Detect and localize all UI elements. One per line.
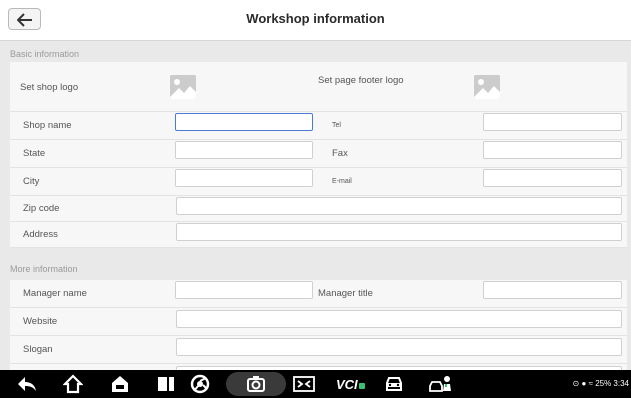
row-slogan: Slogan bbox=[10, 336, 627, 364]
wifi-icon: ≈ bbox=[588, 379, 593, 388]
website-label: Website bbox=[23, 316, 58, 327]
row-website: Website bbox=[10, 308, 627, 336]
manager-name-label: Manager name bbox=[23, 288, 87, 299]
status-bar: ⊙ ● ≈ 25% 3:34 bbox=[573, 379, 629, 388]
footer-logo-image-icon[interactable] bbox=[474, 75, 500, 99]
chrome-browser-icon[interactable] bbox=[190, 374, 210, 394]
set-footer-logo-label: Set page footer logo bbox=[318, 75, 404, 86]
manager-title-label: Manager title bbox=[318, 288, 373, 299]
vci-label: VCI bbox=[336, 377, 358, 392]
shop-logo-image-icon[interactable] bbox=[170, 75, 196, 99]
display-mirror-icon[interactable] bbox=[292, 374, 316, 394]
top-bar: Workshop information bbox=[0, 0, 631, 41]
vci-status-icon[interactable]: VCI bbox=[336, 377, 365, 397]
page-title: Workshop information bbox=[246, 11, 385, 26]
slogan-label: Slogan bbox=[23, 344, 53, 355]
section-basic-information: Basic information bbox=[10, 49, 80, 59]
fax-label: Fax bbox=[332, 148, 348, 159]
row-shop-name-tel: Shop name Tel bbox=[10, 112, 627, 140]
tel-label: Tel bbox=[332, 122, 341, 129]
notification-icon: ● bbox=[581, 379, 587, 388]
state-input[interactable] bbox=[175, 141, 313, 159]
email-input[interactable] bbox=[483, 169, 622, 187]
shop-name-label: Shop name bbox=[23, 120, 72, 131]
row-city-email: City E-mail bbox=[10, 168, 627, 196]
fax-input[interactable] bbox=[483, 141, 622, 159]
battery-and-time: 25% 3:34 bbox=[595, 379, 629, 388]
city-label: City bbox=[23, 176, 40, 187]
logo-row: Set shop logo Set page footer logo bbox=[10, 62, 627, 112]
row-manager: Manager name Manager title bbox=[10, 280, 627, 308]
home-icon[interactable] bbox=[63, 374, 83, 394]
manager-title-input[interactable] bbox=[483, 281, 622, 299]
website-input[interactable] bbox=[176, 310, 622, 328]
tel-input[interactable] bbox=[483, 113, 622, 131]
vehicle-icon[interactable] bbox=[383, 374, 405, 394]
slogan-input[interactable] bbox=[176, 338, 622, 356]
address-label: Address bbox=[23, 229, 58, 240]
vehicle-service-icon[interactable] bbox=[428, 374, 454, 394]
camera-screenshot-icon[interactable] bbox=[246, 374, 266, 394]
recent-apps-icon[interactable] bbox=[156, 374, 176, 394]
image-placeholder-icon bbox=[170, 75, 196, 99]
location-icon: ⊙ bbox=[572, 379, 580, 388]
zip-code-label: Zip code bbox=[23, 203, 60, 214]
manager-name-input[interactable] bbox=[175, 281, 313, 299]
state-label: State bbox=[23, 148, 46, 159]
shop-name-input[interactable] bbox=[175, 113, 313, 131]
section-more-information: More information bbox=[10, 264, 78, 274]
row-zip-code: Zip code bbox=[10, 196, 627, 222]
zip-code-input[interactable] bbox=[176, 197, 622, 215]
row-address: Address bbox=[10, 222, 627, 248]
system-navigation-bar: VCI ⊙ ● ≈ 25% 3:34 bbox=[0, 370, 631, 398]
row-state-fax: State Fax bbox=[10, 140, 627, 168]
set-shop-logo-label: Set shop logo bbox=[20, 82, 79, 93]
image-placeholder-icon bbox=[474, 75, 500, 99]
email-label: E-mail bbox=[332, 178, 352, 185]
vci-connection-indicator bbox=[358, 383, 365, 389]
back-icon[interactable] bbox=[16, 374, 38, 394]
city-input[interactable] bbox=[175, 169, 313, 187]
house-outline-icon[interactable] bbox=[110, 374, 130, 394]
address-input[interactable] bbox=[176, 223, 622, 241]
